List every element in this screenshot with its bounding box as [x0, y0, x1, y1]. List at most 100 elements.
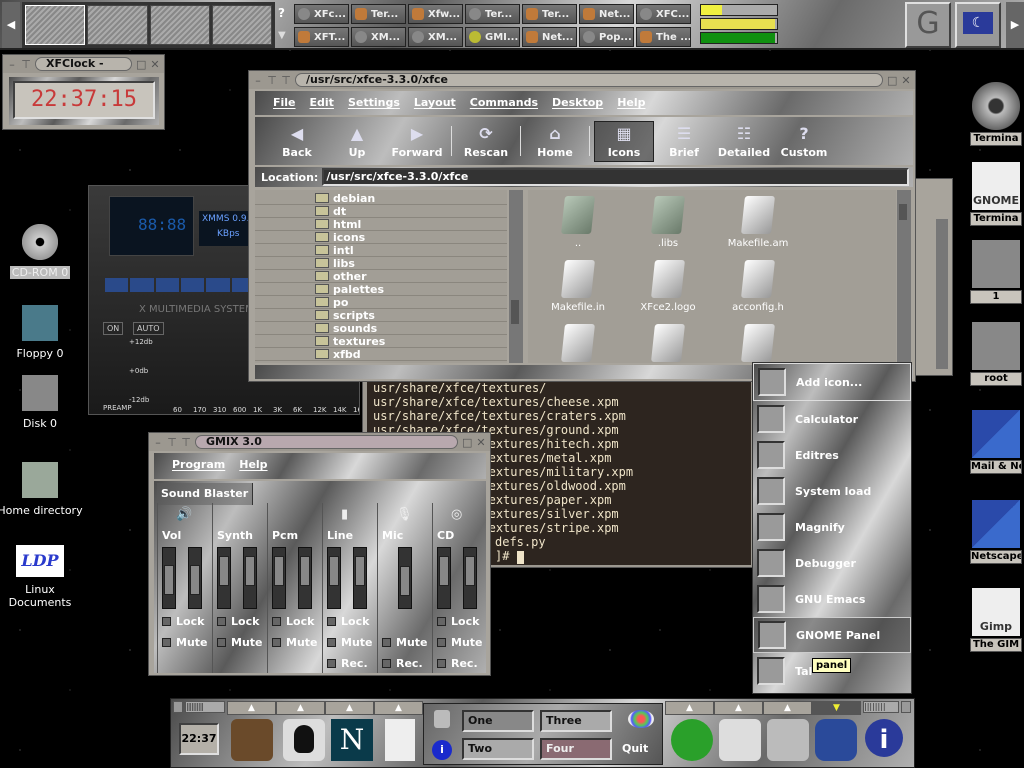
location-input[interactable]: /usr/src/xfce-3.3.0/xfce [322, 168, 909, 186]
brief-button[interactable]: ☰ Brief [654, 124, 714, 159]
pin-icon[interactable]: ⊤ [21, 58, 31, 71]
menu-commands[interactable]: Commands [470, 96, 538, 109]
popup-arrow-button[interactable]: ▲ [665, 701, 714, 715]
menu-edit[interactable]: Edit [310, 96, 334, 109]
mute-checkbox[interactable]: Mute [272, 636, 318, 649]
rescan-button[interactable]: ⟳ Rescan [456, 124, 516, 159]
checkbox-box[interactable] [162, 638, 171, 647]
mute-checkbox[interactable]: Mute [437, 636, 483, 649]
checkbox-box[interactable] [327, 617, 336, 626]
popup-arrow-button-open[interactable]: ▼ [812, 701, 861, 715]
menu-item-add-icon[interactable]: Add icon... [753, 363, 911, 401]
stop-button[interactable] [180, 278, 205, 292]
rec-checkbox[interactable]: Rec. [437, 657, 478, 670]
menu-item-gnu-emacs[interactable]: GNU Emacs [753, 581, 911, 617]
tree-item[interactable]: html [255, 218, 507, 231]
minimize-icon[interactable]: – [153, 436, 163, 449]
tree-item[interactable]: libs [255, 257, 507, 270]
eq-auto-button[interactable]: AUTO [133, 322, 164, 335]
volume-slider[interactable] [162, 547, 176, 609]
volume-slider[interactable] [298, 547, 312, 609]
panel-clock[interactable]: 22:37 [179, 723, 219, 755]
panel-scroll-left-button[interactable]: ◀ [2, 2, 20, 48]
taskbar-button[interactable]: Ter... [522, 4, 577, 24]
screensaver-monitor-button[interactable]: ☾ [955, 2, 1001, 48]
desk-button-four[interactable]: Four [540, 738, 612, 760]
tree-item[interactable]: textures [255, 335, 507, 348]
menu-item-editres[interactable]: Editres [753, 437, 911, 473]
next-button[interactable] [206, 278, 230, 292]
slider-knob[interactable] [300, 555, 310, 586]
eq-on-button[interactable]: ON [103, 322, 124, 335]
panel-iconify-button[interactable] [901, 701, 911, 713]
popup-arrow-button[interactable]: ▲ [276, 701, 325, 715]
taskbar-button[interactable]: Ter... [465, 4, 520, 24]
play-button[interactable] [130, 278, 154, 292]
checkbox-box[interactable] [217, 617, 226, 626]
volume-slider[interactable] [217, 547, 231, 609]
desk-thumbnail[interactable] [149, 5, 210, 45]
volume-slider[interactable] [463, 547, 477, 609]
settings-manager-icon[interactable] [767, 719, 809, 761]
window-title[interactable]: XFClock - [35, 57, 132, 71]
desk-button-one[interactable]: One [462, 710, 534, 732]
taskbar-button[interactable]: Net... [579, 4, 634, 24]
files-scrollbar[interactable] [897, 190, 911, 363]
desktop-icon-floppy[interactable]: Floppy 0 [0, 305, 85, 360]
checkbox-box[interactable] [162, 617, 171, 626]
checkbox-box[interactable] [382, 659, 391, 668]
trash-recycle-icon[interactable] [671, 719, 713, 761]
terminal-tux-launcher-icon[interactable] [283, 719, 325, 761]
desk-thumbnail[interactable] [87, 5, 148, 45]
desk-thumbnail[interactable] [25, 5, 86, 45]
file-manager-launcher-icon[interactable] [231, 719, 273, 761]
taskbar-button[interactable]: XFC... [636, 4, 691, 24]
menu-file[interactable]: File [273, 96, 296, 109]
window-title[interactable]: GMIX 3.0 [195, 435, 458, 449]
panel-drag-handle[interactable]: |||||||| [863, 701, 899, 713]
file-icon-view[interactable]: .. .libs Makefile.am Makefile.in XFce2.logo a… [528, 190, 896, 363]
window-title[interactable]: /usr/src/xfce-3.3.0/xfce [295, 73, 883, 87]
minimize-icon[interactable]: – [253, 74, 263, 87]
desk-thumbnail[interactable] [211, 5, 272, 45]
desktop-icon-pager[interactable]: 1 [970, 240, 1022, 304]
panel-hide-button[interactable] [173, 701, 183, 713]
palette-icon[interactable] [628, 710, 654, 728]
tree-item[interactable]: debian [255, 192, 507, 205]
file-item[interactable]: Makefile.am [713, 196, 803, 249]
taskbar-button[interactable]: Net... [522, 27, 577, 47]
checkbox-box[interactable] [327, 659, 336, 668]
tree-item[interactable]: po [255, 296, 507, 309]
maximize-icon[interactable]: □ [136, 58, 146, 71]
checkbox-box[interactable] [437, 659, 446, 668]
lock-checkbox[interactable]: Lock [437, 615, 479, 628]
menu-item-magnify[interactable]: Magnify [753, 509, 911, 545]
tree-item[interactable]: palettes [255, 283, 507, 296]
calculator-icon[interactable] [815, 719, 857, 761]
menu-item-calculator[interactable]: Calculator [753, 401, 911, 437]
volume-slider[interactable] [398, 547, 412, 609]
checkbox-box[interactable] [437, 617, 446, 626]
shade-icon[interactable]: ⊤ [281, 74, 291, 87]
popup-arrow-button[interactable]: ▲ [374, 701, 423, 715]
mute-checkbox[interactable]: Mute [217, 636, 263, 649]
popup-arrow-button[interactable]: ▲ [227, 701, 276, 715]
volume-slider[interactable] [353, 547, 367, 609]
pin-icon[interactable]: ⊤ [167, 436, 177, 449]
slider-knob[interactable] [439, 555, 449, 586]
taskbar-button[interactable]: The ... [636, 27, 691, 47]
taskbar-button[interactable]: XM... [351, 27, 406, 47]
desktop-icon-gnome[interactable]: GNOME Termina [970, 162, 1022, 226]
close-icon[interactable]: ✕ [476, 436, 486, 449]
lock-checkbox[interactable]: Lock [272, 615, 314, 628]
file-item[interactable]: acconfig.h [713, 260, 803, 313]
menu-help[interactable]: Help [617, 96, 645, 109]
detailed-button[interactable]: ☷ Detailed [714, 124, 774, 159]
tree-item[interactable]: xfbd [255, 348, 507, 361]
tree-item[interactable]: scripts [255, 309, 507, 322]
minimize-icon[interactable]: – [7, 58, 17, 71]
shade-icon[interactable]: ⊤ [181, 436, 191, 449]
maximize-icon[interactable]: □ [462, 436, 472, 449]
directory-tree[interactable]: debian dt html icons intl libs other palettes po… [255, 190, 507, 363]
checkbox-box[interactable] [272, 617, 281, 626]
